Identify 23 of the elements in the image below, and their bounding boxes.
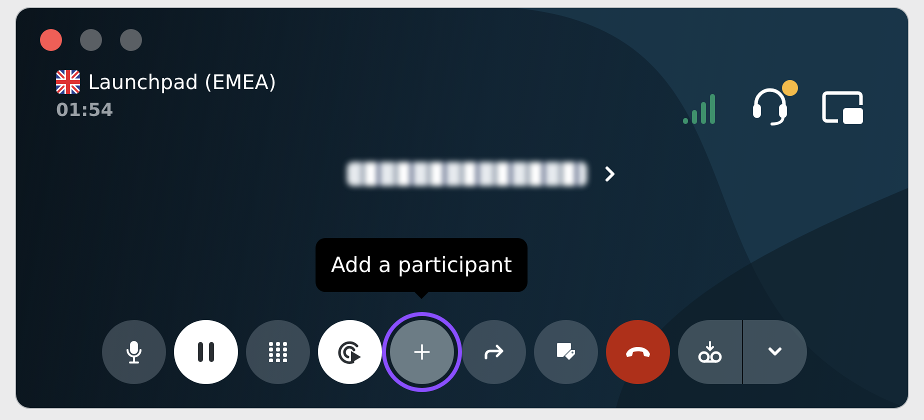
plus-icon [414,344,430,360]
record-icon [336,339,362,365]
pause-icon [196,342,214,362]
window-close-button[interactable] [40,29,62,51]
hang-up-icon [624,346,650,358]
line-name: Launchpad (EMEA) [88,70,276,94]
microphone-icon [126,340,142,364]
chevron-right-icon[interactable] [605,166,615,182]
add-participant-button[interactable] [390,320,454,384]
call-duration: 01:54 [56,100,114,121]
window-maximize-button[interactable] [120,29,142,51]
picture-in-picture-icon [822,91,864,125]
signal-icon [682,92,718,124]
forward-arrow-icon [482,344,504,360]
chevron-down-icon [768,347,782,357]
keypad-icon [268,342,288,362]
flag-icon [56,70,80,94]
note-tag-icon [554,341,576,363]
tooltip-arrow-icon [414,292,428,299]
tooltip: Add a participant [315,238,528,292]
window-minimize-button[interactable] [80,29,102,51]
headset-icon [750,86,790,126]
voicemail-icon [696,341,722,363]
